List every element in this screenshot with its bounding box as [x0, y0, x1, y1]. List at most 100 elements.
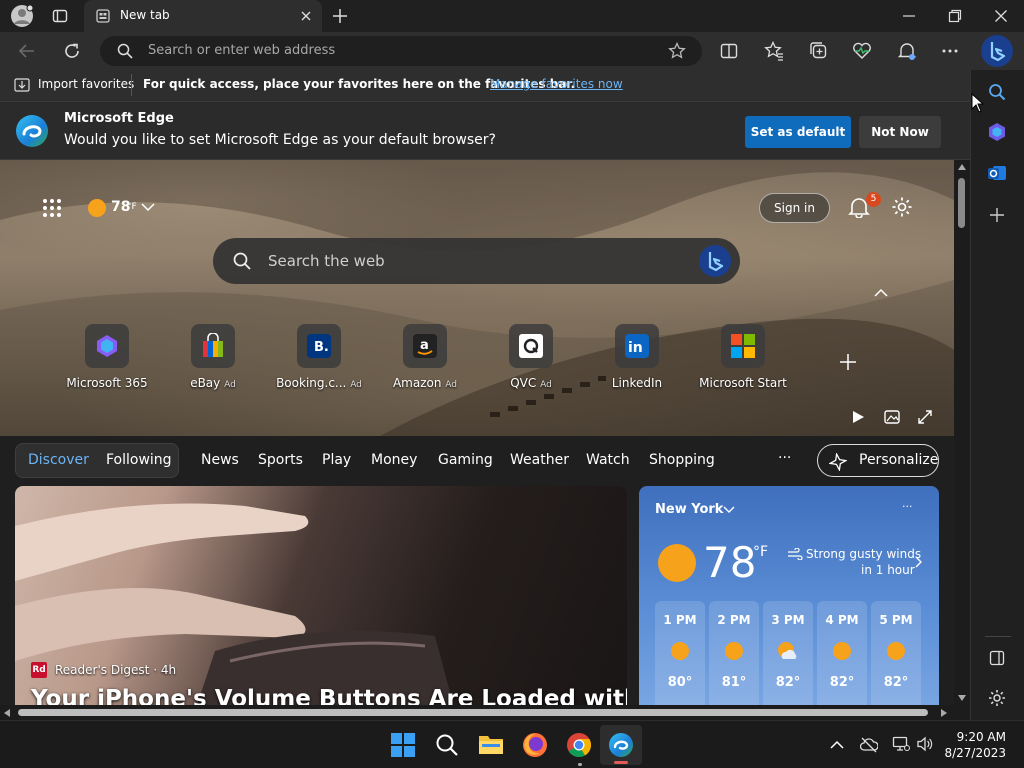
network-display-icon[interactable]: [892, 736, 910, 752]
weather-sun-icon[interactable]: [87, 198, 107, 218]
expand-icon[interactable]: [917, 409, 933, 425]
tab-following[interactable]: Following: [106, 452, 172, 468]
performance-heart-icon[interactable]: [852, 42, 872, 60]
article-headline[interactable]: Your iPhone's Volume Buttons Are Loaded …: [31, 686, 627, 705]
quick-link-microsoft-start[interactable]: Microsoft Start: [698, 324, 788, 390]
hero-background: 78 °F Sign in 5 Search the web Microsoft…: [0, 160, 954, 436]
copilot-bing-icon[interactable]: [981, 35, 1013, 67]
booking-icon: B.: [297, 324, 341, 368]
sidebar-outlook-icon[interactable]: [987, 163, 1007, 183]
quick-link-ebay[interactable]: eBay Ad: [168, 324, 258, 390]
sidebar-copilot-icon[interactable]: [987, 122, 1007, 142]
horizontal-scroll-thumb[interactable]: [18, 709, 928, 716]
banner-message: Would you like to set Microsoft Edge as …: [64, 132, 496, 148]
restore-icon[interactable]: [948, 9, 962, 23]
set-as-default-button[interactable]: Set as default: [745, 116, 851, 148]
bing-chat-icon[interactable]: [699, 245, 731, 277]
svg-text:B.: B.: [314, 340, 329, 355]
chrome-running-indicator: [578, 763, 582, 766]
system-clock[interactable]: 9:20 AM 8/27/2023: [944, 729, 1006, 761]
hide-sidebar-icon[interactable]: [989, 650, 1005, 666]
page-settings-gear-icon[interactable]: [891, 196, 913, 218]
chevron-down-icon[interactable]: [141, 202, 155, 212]
close-tab-icon[interactable]: [300, 10, 312, 22]
apps-launcher-icon[interactable]: [42, 198, 62, 218]
image-info-icon[interactable]: [884, 409, 900, 425]
amazon-icon: a: [403, 324, 447, 368]
favorite-star-icon[interactable]: [668, 42, 686, 60]
vertical-scrollbar[interactable]: [954, 160, 970, 705]
edge-taskbar-button[interactable]: [600, 725, 642, 765]
weather-menu-button[interactable]: ···: [902, 500, 913, 513]
city-chevron-down-icon[interactable]: [723, 506, 735, 514]
new-tab-plus-icon[interactable]: [332, 8, 348, 24]
minimize-icon[interactable]: [902, 10, 916, 22]
profile-avatar[interactable]: [10, 4, 34, 28]
back-arrow-icon[interactable]: [18, 42, 36, 60]
article-source: Reader's Digest · 4h: [55, 663, 177, 677]
tab-actions-icon[interactable]: [52, 8, 68, 24]
onedrive-offline-icon[interactable]: [860, 737, 878, 753]
settings-more-icon[interactable]: [941, 48, 959, 54]
sidebar-settings-gear-icon[interactable]: [988, 689, 1006, 707]
sign-in-button[interactable]: Sign in: [759, 193, 830, 223]
scroll-right-icon[interactable]: [941, 709, 947, 717]
more-topics-button[interactable]: ···: [778, 450, 791, 466]
taskbar-search-icon[interactable]: [435, 733, 459, 757]
weather-card[interactable]: New York ··· 78 °F Strong gusty winds in…: [639, 486, 939, 705]
favorites-icon[interactable]: [764, 41, 784, 61]
firefox-icon[interactable]: [522, 732, 548, 758]
hourly-forecast-item: 2 PM 81°: [709, 601, 759, 705]
notifications-bell-icon[interactable]: [897, 41, 917, 61]
tab-discover[interactable]: Discover: [28, 452, 89, 468]
manage-favorites-link[interactable]: Manage favorites now: [490, 77, 623, 91]
personalize-button[interactable]: Personalize: [817, 444, 939, 477]
weather-chevron-right-icon[interactable]: [915, 556, 923, 568]
collections-icon[interactable]: [809, 41, 829, 61]
scroll-up-icon[interactable]: [958, 164, 966, 170]
close-window-icon[interactable]: [994, 9, 1008, 23]
vertical-scroll-thumb[interactable]: [958, 178, 965, 228]
not-now-button[interactable]: Not Now: [859, 116, 941, 148]
search-icon: [117, 43, 133, 59]
show-hidden-icons-chevron-up-icon[interactable]: [830, 740, 844, 750]
sidebar-search-icon[interactable]: [988, 83, 1006, 101]
import-favorites-button[interactable]: Import favorites: [38, 77, 134, 91]
microsoft365-icon: [85, 324, 129, 368]
scroll-down-icon[interactable]: [958, 695, 966, 701]
collapse-chevron-up-icon[interactable]: [874, 288, 888, 298]
tab-news[interactable]: News: [201, 452, 239, 468]
quick-link-qvc[interactable]: QVC Ad: [486, 324, 576, 390]
file-explorer-icon[interactable]: [478, 733, 504, 755]
horizontal-scrollbar[interactable]: [0, 705, 954, 720]
split-screen-icon[interactable]: [720, 42, 738, 60]
tab-money[interactable]: Money: [371, 452, 417, 468]
windows-start-icon[interactable]: [391, 733, 415, 757]
tab-new-tab[interactable]: New tab: [84, 0, 322, 32]
tab-shopping[interactable]: Shopping: [649, 452, 715, 468]
quick-link-booking[interactable]: B. Booking.c... Ad: [274, 324, 364, 390]
scroll-left-icon[interactable]: [4, 709, 10, 717]
microsoft-start-icon: [721, 324, 765, 368]
quick-link-amazon[interactable]: a Amazon Ad: [380, 324, 470, 390]
address-bar[interactable]: Search or enter web address: [100, 36, 702, 66]
web-search-box[interactable]: Search the web: [213, 238, 740, 284]
tab-sports[interactable]: Sports: [258, 452, 303, 468]
volume-speaker-icon[interactable]: [916, 736, 934, 752]
add-quick-link-plus-icon[interactable]: [839, 353, 857, 371]
article-card[interactable]: Rd Reader's Digest · 4h Your iPhone's Vo…: [15, 486, 627, 705]
hourly-forecast-item: 1 PM 80°: [655, 601, 705, 705]
tab-watch[interactable]: Watch: [586, 452, 630, 468]
weather-city[interactable]: New York: [655, 502, 723, 517]
sidebar-add-plus-icon[interactable]: [989, 207, 1005, 223]
quick-link-linkedin[interactable]: in LinkedIn: [592, 324, 682, 390]
tab-gaming[interactable]: Gaming: [438, 452, 493, 468]
favorites-bar: Import favorites For quick access, place…: [0, 70, 970, 102]
chrome-icon[interactable]: [566, 732, 592, 758]
play-icon[interactable]: [851, 410, 865, 424]
refresh-icon[interactable]: [63, 42, 81, 60]
quick-link-microsoft365[interactable]: Microsoft 365: [62, 324, 152, 390]
tab-play[interactable]: Play: [322, 452, 351, 468]
browser-toolbar: Search or enter web address: [0, 32, 1024, 70]
tab-weather[interactable]: Weather: [510, 452, 569, 468]
